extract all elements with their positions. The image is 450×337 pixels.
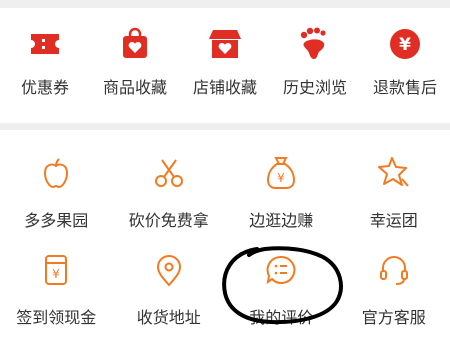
lucky-group-button[interactable]: 幸运团 [338, 153, 450, 231]
store-heart-icon [205, 24, 245, 64]
apple-icon [36, 153, 76, 193]
refund-button[interactable]: ¥ 退款售后 [360, 24, 450, 98]
location-pin-icon [149, 250, 189, 290]
yen-circle-icon: ¥ [385, 24, 425, 64]
money-bag-icon: ¥ [261, 153, 301, 193]
refund-label: 退款售后 [372, 78, 437, 97]
svg-text:¥: ¥ [399, 35, 411, 55]
service-row-1: 多多果园 砍价免费拿 ¥ 边逛边赚 幸运团 [0, 153, 450, 231]
favorite-goods-label: 商品收藏 [102, 78, 167, 97]
footprint-icon [295, 24, 335, 64]
favorite-goods-button[interactable]: 商品收藏 [90, 24, 180, 98]
headset-icon [374, 250, 414, 290]
shipping-address-button[interactable]: 收货地址 [113, 250, 226, 328]
history-button[interactable]: 历史浏览 [270, 24, 360, 98]
shipping-address-label: 收货地址 [136, 308, 201, 327]
customer-service-button[interactable]: 官方客服 [338, 250, 450, 328]
scissors-icon [149, 153, 189, 193]
my-reviews-button[interactable]: 我的评价 [225, 250, 338, 328]
orchard-button[interactable]: 多多果园 [0, 153, 113, 231]
earn-browsing-label: 边逛边赚 [249, 211, 314, 230]
customer-service-label: 官方客服 [361, 308, 426, 327]
lucky-group-label: 幸运团 [369, 211, 418, 230]
orchard-label: 多多果园 [24, 211, 89, 230]
svg-text:¥: ¥ [52, 267, 60, 281]
coupon-label: 优惠券 [20, 78, 69, 97]
coupon-icon [25, 24, 65, 64]
earn-browsing-button[interactable]: ¥ 边逛边赚 [225, 153, 338, 231]
checkin-cash-button[interactable]: ¥ 签到领现金 [0, 250, 113, 328]
history-label: 历史浏览 [282, 78, 347, 97]
my-reviews-label: 我的评价 [249, 308, 314, 327]
favorite-stores-label: 店铺收藏 [192, 78, 257, 97]
star-icon [374, 153, 414, 193]
svg-text:¥: ¥ [277, 171, 285, 185]
service-row-2: ¥ 签到领现金 收货地址 我的评价 官方客服 [0, 250, 450, 328]
bargain-label: 砍价免费拿 [128, 211, 209, 230]
comment-list-icon [261, 250, 301, 290]
bag-heart-icon [115, 24, 155, 64]
checkin-cash-label: 签到领现金 [16, 308, 97, 327]
favorite-stores-button[interactable]: 店铺收藏 [180, 24, 270, 98]
bargain-button[interactable]: 砍价免费拿 [113, 153, 226, 231]
checkin-cash-icon: ¥ [36, 250, 76, 290]
coupon-button[interactable]: 优惠券 [0, 24, 90, 98]
top-shortcut-row: 优惠券 商品收藏 店铺收藏 历史浏览 ¥ 退款售后 [0, 24, 450, 98]
